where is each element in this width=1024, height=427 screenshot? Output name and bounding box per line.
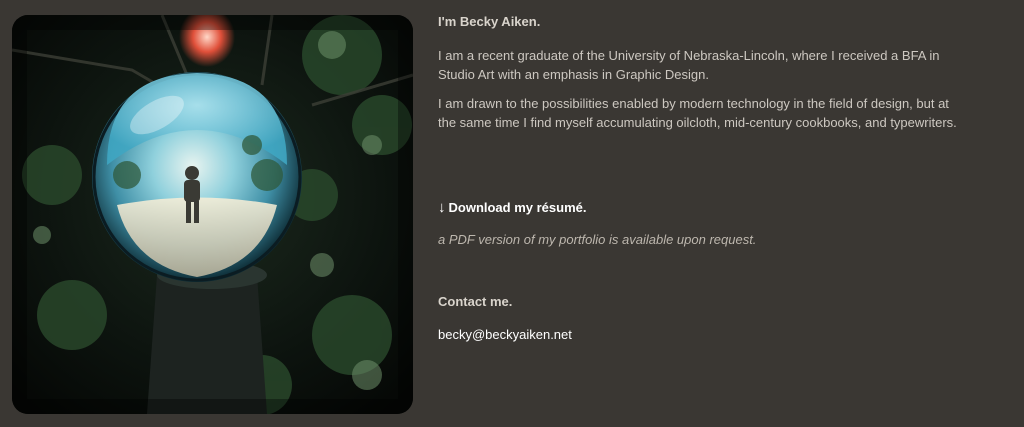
about-section: I'm Becky Aiken. I am a recent graduate … bbox=[438, 12, 958, 142]
portfolio-note: a PDF version of my portfolio is availab… bbox=[438, 232, 757, 247]
about-heading: I'm Becky Aiken. bbox=[438, 14, 541, 29]
email-link[interactable]: becky@beckyaiken.net bbox=[438, 325, 572, 344]
profile-photo bbox=[12, 15, 413, 414]
download-resume-label: Download my résumé. bbox=[448, 200, 587, 215]
down-arrow-icon: ↓ bbox=[438, 199, 446, 216]
contact-heading: Contact me. bbox=[438, 294, 513, 309]
mirror-ball-photo-icon bbox=[12, 15, 413, 414]
about-paragraph-2: I am drawn to the possibilities enabled … bbox=[438, 96, 957, 130]
about-paragraph-1: I am a recent graduate of the University… bbox=[438, 48, 940, 82]
download-resume-link[interactable]: ↓ Download my résumé. bbox=[438, 198, 586, 217]
